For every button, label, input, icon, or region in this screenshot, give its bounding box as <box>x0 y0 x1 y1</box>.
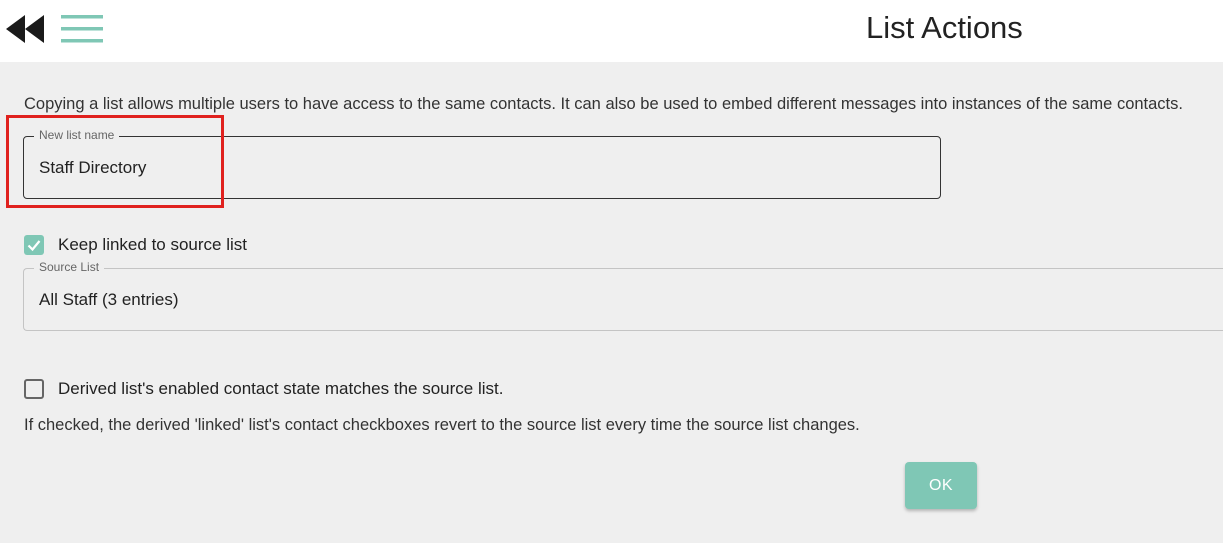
checkmark-icon <box>27 240 41 252</box>
page-title: List Actions <box>866 10 1023 45</box>
back-button[interactable] <box>6 14 48 44</box>
derived-state-label[interactable]: Derived list's enabled contact state mat… <box>58 379 503 399</box>
menu-button[interactable] <box>60 14 104 44</box>
derived-state-help-text: If checked, the derived 'linked' list's … <box>24 416 860 434</box>
derived-state-checkbox[interactable] <box>24 379 44 399</box>
rewind-double-arrow-icon <box>6 15 44 43</box>
new-list-name-field[interactable]: New list name <box>23 128 941 199</box>
new-list-name-input[interactable] <box>39 156 899 180</box>
keep-linked-checkbox[interactable] <box>24 235 44 255</box>
ok-button[interactable]: OK <box>905 462 977 509</box>
new-list-name-label: New list name <box>34 128 120 142</box>
intro-text: Copying a list allows multiple users to … <box>24 95 1183 113</box>
header-bar: List Actions <box>0 0 1223 62</box>
source-list-label: Source List <box>34 260 105 274</box>
keep-linked-label[interactable]: Keep linked to source list <box>58 235 247 255</box>
source-list-value: All Staff (3 entries) <box>39 290 179 309</box>
hamburger-menu-icon <box>61 15 103 43</box>
source-list-select[interactable]: Source List All Staff (3 entries) <box>23 260 1223 331</box>
